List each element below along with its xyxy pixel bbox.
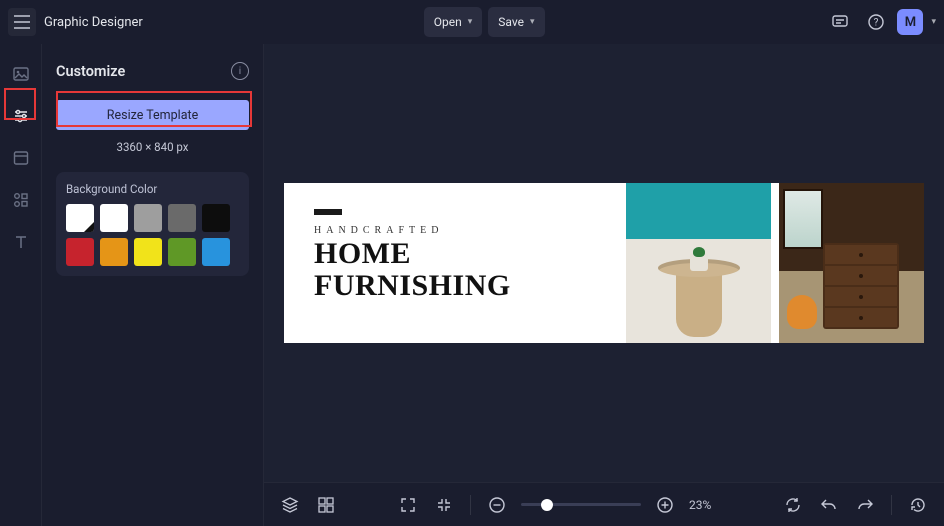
hamburger-icon: [14, 15, 30, 29]
avatar[interactable]: M: [897, 9, 923, 35]
grid-icon: [318, 497, 334, 513]
chat-icon: [831, 13, 849, 31]
accent-bar: [314, 209, 342, 215]
open-label: Open: [434, 15, 462, 29]
text-icon: [12, 233, 30, 251]
account-chevron-icon[interactable]: ▾: [931, 17, 936, 27]
swatch-white[interactable]: [100, 204, 128, 232]
zoom-slider[interactable]: [521, 503, 641, 506]
swatch-blue[interactable]: [202, 238, 230, 266]
grid-button[interactable]: [314, 493, 338, 517]
chevron-down-icon: ▾: [468, 17, 473, 27]
fullscreen-button[interactable]: [396, 493, 420, 517]
panel-title: Customize: [56, 63, 125, 80]
fit-button[interactable]: [432, 493, 456, 517]
background-color-group: Background Color: [56, 172, 249, 276]
zoom-in-button[interactable]: [653, 493, 677, 517]
app-title: Graphic Designer: [44, 15, 143, 30]
resize-label: Resize Template: [107, 108, 198, 123]
design-headline[interactable]: HOME FURNISHING: [314, 238, 626, 301]
rail-image-tool[interactable]: [7, 60, 35, 88]
undo-button[interactable]: [817, 493, 841, 517]
feedback-button[interactable]: [825, 7, 855, 37]
rail-customize-tool[interactable]: [7, 102, 35, 130]
swatch-black[interactable]: [202, 204, 230, 232]
save-button[interactable]: Save ▾: [488, 7, 544, 37]
save-label: Save: [498, 15, 524, 29]
info-button[interactable]: i: [231, 62, 249, 80]
undo-icon: [820, 496, 838, 514]
shapes-icon: [12, 191, 30, 209]
design-text-block[interactable]: HANDCRAFTED HOME FURNISHING: [284, 183, 626, 343]
swatch-green[interactable]: [168, 238, 196, 266]
minus-circle-icon: [488, 496, 506, 514]
collapse-icon: [436, 497, 452, 513]
redo-button[interactable]: [853, 493, 877, 517]
swatch-orange[interactable]: [100, 238, 128, 266]
plus-circle-icon: [656, 496, 674, 514]
help-button[interactable]: ?: [861, 7, 891, 37]
sync-icon: [784, 496, 802, 514]
design-tagline[interactable]: HANDCRAFTED: [314, 225, 626, 236]
svg-text:?: ?: [874, 18, 879, 29]
design-photo-1[interactable]: [626, 183, 771, 343]
canvas[interactable]: HANDCRAFTED HOME FURNISHING: [264, 44, 944, 482]
layout-icon: [12, 149, 30, 167]
layers-button[interactable]: [278, 493, 302, 517]
headline-line-1: HOME: [314, 238, 626, 270]
expand-icon: [400, 497, 416, 513]
chevron-down-icon: ▾: [530, 17, 535, 27]
zoom-slider-thumb[interactable]: [541, 499, 553, 511]
history-button[interactable]: [906, 493, 930, 517]
help-icon: ?: [867, 13, 885, 31]
resize-template-button[interactable]: Resize Template: [56, 100, 249, 130]
headline-line-2: FURNISHING: [314, 270, 626, 302]
bg-color-label: Background Color: [66, 182, 239, 196]
swatch-grey[interactable]: [134, 204, 162, 232]
sliders-icon: [12, 107, 30, 125]
image-icon: [12, 65, 30, 83]
swatch-custom[interactable]: [66, 204, 94, 232]
separator: [470, 495, 471, 515]
menu-button[interactable]: [8, 8, 36, 36]
swatch-darkgrey[interactable]: [168, 204, 196, 232]
rail-template-tool[interactable]: [7, 144, 35, 172]
swatch-red[interactable]: [66, 238, 94, 266]
open-button[interactable]: Open ▾: [424, 7, 483, 37]
design-photo-2[interactable]: [779, 183, 924, 343]
template-dimensions: 3360 × 840 px: [56, 140, 249, 154]
rail-text-tool[interactable]: [7, 228, 35, 256]
zoom-percentage[interactable]: 23%: [689, 498, 723, 512]
design-artboard[interactable]: HANDCRAFTED HOME FURNISHING: [284, 183, 924, 343]
layers-icon: [281, 496, 299, 514]
rail-elements-tool[interactable]: [7, 186, 35, 214]
separator: [891, 495, 892, 515]
redo-icon: [856, 496, 874, 514]
zoom-out-button[interactable]: [485, 493, 509, 517]
reset-button[interactable]: [781, 493, 805, 517]
swatch-yellow[interactable]: [134, 238, 162, 266]
history-icon: [909, 496, 927, 514]
